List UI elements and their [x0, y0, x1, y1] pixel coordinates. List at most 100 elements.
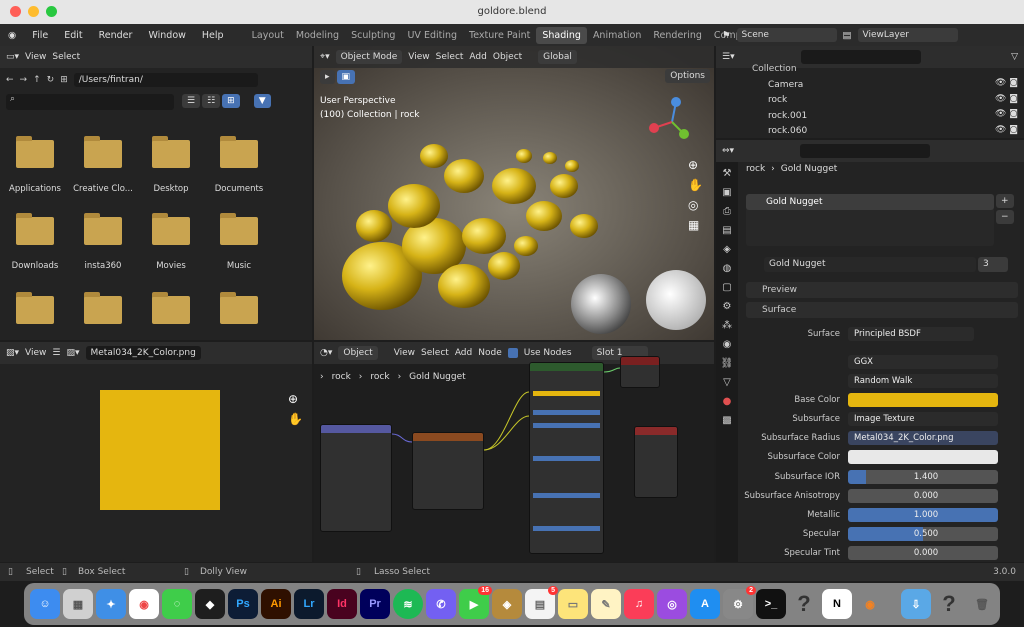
app-store-icon[interactable]: A	[690, 589, 720, 619]
view-layer-tab-icon[interactable]: ▤	[722, 225, 731, 236]
modifier-tab-icon[interactable]: ⚙	[723, 301, 732, 312]
ortho-grid-icon[interactable]: ▦	[688, 218, 703, 232]
subsurface-input[interactable]: Image Texture	[848, 412, 998, 426]
folder-icon[interactable]	[84, 136, 122, 168]
select-tool-icon[interactable]: ▸	[320, 70, 335, 84]
music-icon[interactable]: ♫	[624, 589, 654, 619]
scene-tab-icon[interactable]: ◈	[723, 244, 731, 255]
editor-type-icon[interactable]: ▨▾	[6, 348, 19, 358]
editor-type-icon[interactable]: ▭▾	[6, 52, 19, 62]
podcasts-icon[interactable]: ◎	[657, 589, 687, 619]
tab-layout[interactable]: Layout	[246, 27, 290, 44]
gold-app-icon[interactable]: ◈	[492, 589, 522, 619]
folder-icon[interactable]	[220, 292, 258, 324]
material-name-field[interactable]: Gold Nugget	[764, 257, 976, 272]
pencil-app-icon[interactable]: ✎	[591, 589, 621, 619]
particles-tab-icon[interactable]: ⁂	[722, 320, 732, 331]
menu-icon[interactable]: ☰	[52, 348, 60, 358]
chrome-icon[interactable]: ◉	[129, 589, 159, 619]
options-button[interactable]: Options	[665, 69, 710, 83]
transform-orientation[interactable]: Global	[538, 50, 577, 64]
surface-panel-header[interactable]: Surface	[746, 302, 1018, 318]
tool-tab-icon[interactable]: ⚒	[723, 168, 732, 179]
folder-icon[interactable]	[152, 136, 190, 168]
mail-icon[interactable]: ▤ 5	[525, 586, 558, 619]
parent-dir-icon[interactable]: ↑	[33, 75, 41, 85]
notes-icon[interactable]: ▭	[558, 589, 588, 619]
material-users-count[interactable]: 3	[978, 257, 1008, 272]
forward-icon[interactable]: →	[20, 75, 28, 85]
zoom-icon[interactable]: ⊕	[288, 392, 303, 406]
blender-icon[interactable]: ◉	[855, 589, 885, 619]
vp-add-menu[interactable]: Add	[469, 52, 486, 62]
outliner-item-rock-001[interactable]: rock.001	[752, 109, 807, 125]
navigation-gizmo[interactable]	[644, 96, 700, 146]
folder-icon[interactable]	[16, 213, 54, 245]
close-button[interactable]	[10, 6, 21, 17]
constraints-tab-icon[interactable]: ⛓	[721, 358, 734, 369]
zoom-icon[interactable]: ⊕	[688, 158, 703, 172]
facetime-icon[interactable]: ▶ 16	[459, 586, 492, 619]
remove-slot-button[interactable]: −	[996, 210, 1014, 224]
metallic-slider[interactable]: 1.000	[848, 508, 998, 522]
image-name-field[interactable]: Metal034_2K_Color.png	[85, 346, 201, 360]
folder-icon[interactable]	[152, 213, 190, 245]
principled-bsdf-node[interactable]	[529, 362, 604, 554]
folder-icon[interactable]	[16, 136, 54, 168]
folder-icon[interactable]	[220, 213, 258, 245]
visibility-icon[interactable]: 👁 ◙	[995, 76, 1018, 92]
terminal-icon[interactable]: >_	[756, 589, 786, 619]
texture-coordinate-node[interactable]	[634, 426, 678, 498]
fb-view-menu[interactable]: View	[25, 52, 46, 62]
visibility-icon[interactable]: 👁 ◙	[995, 123, 1018, 139]
spotify-icon[interactable]: ≋	[393, 589, 423, 619]
ie-view-menu[interactable]: View	[25, 348, 46, 358]
folder-icon[interactable]	[84, 213, 122, 245]
tab-rendering[interactable]: Rendering	[647, 27, 708, 44]
new-folder-icon[interactable]: ⊞	[60, 75, 68, 85]
texture-tab-icon[interactable]: ▩	[722, 415, 731, 426]
vp-view-menu[interactable]: View	[408, 52, 429, 62]
preview-panel-header[interactable]: Preview	[746, 282, 1018, 298]
subsurface-radius-input[interactable]: Metal034_2K_Color.png	[848, 431, 998, 445]
tab-sculpting[interactable]: Sculpting	[345, 27, 401, 44]
select-box-icon[interactable]: ▣	[336, 70, 356, 84]
subsurface-method-dropdown[interactable]: Random Walk	[848, 374, 998, 388]
material-output-node[interactable]	[620, 356, 660, 388]
viewlayer-icon[interactable]: ▤	[843, 30, 852, 41]
menu-window[interactable]: Window	[140, 30, 193, 41]
unknown-app-icon[interactable]: ?	[789, 589, 819, 619]
lightroom-icon[interactable]: Lr	[294, 589, 324, 619]
menu-render[interactable]: Render	[91, 30, 141, 41]
subsurface-anisotropy-slider[interactable]: 0.000	[848, 489, 998, 503]
menu-help[interactable]: Help	[194, 30, 232, 41]
mode-selector[interactable]: Object Mode	[335, 50, 403, 64]
viewlayer-selector[interactable]: ViewLayer	[857, 28, 958, 42]
outliner-item-rock[interactable]: rock	[752, 93, 807, 109]
scene-icon[interactable]: ⚑	[722, 30, 731, 41]
base-color-swatch[interactable]	[848, 393, 998, 407]
tab-modeling[interactable]: Modeling	[290, 27, 345, 44]
image-texture-node[interactable]	[412, 432, 484, 510]
outliner-item-collection[interactable]: Collection	[752, 62, 807, 78]
surface-shader-field[interactable]: Principled BSDF	[848, 327, 974, 341]
tab-animation[interactable]: Animation	[587, 27, 647, 44]
subsurface-ior-slider[interactable]: 1.400	[848, 470, 998, 484]
launchpad-icon[interactable]: ▦	[63, 589, 93, 619]
vp-object-menu[interactable]: Object	[493, 52, 522, 62]
fb-search-input[interactable]: ⌕	[6, 94, 174, 110]
specular-slider[interactable]: 0.500	[848, 527, 998, 541]
grid-view-icon[interactable]: ⊞	[222, 94, 240, 108]
folder-icon[interactable]	[220, 136, 258, 168]
notion-icon[interactable]: N	[822, 589, 852, 619]
back-icon[interactable]: ←	[6, 75, 14, 85]
filter-icon[interactable]: ▽	[1011, 52, 1018, 62]
subsurface-color-swatch[interactable]	[848, 450, 998, 464]
refresh-icon[interactable]: ↻	[47, 75, 55, 85]
vp-select-menu[interactable]: Select	[436, 52, 464, 62]
messages-icon[interactable]: ◌	[162, 589, 192, 619]
camera-view-icon[interactable]: ◎	[688, 198, 703, 212]
premiere-icon[interactable]: Pr	[360, 589, 390, 619]
figma-icon[interactable]: ◆	[195, 589, 225, 619]
properties-search-input[interactable]	[800, 144, 931, 158]
